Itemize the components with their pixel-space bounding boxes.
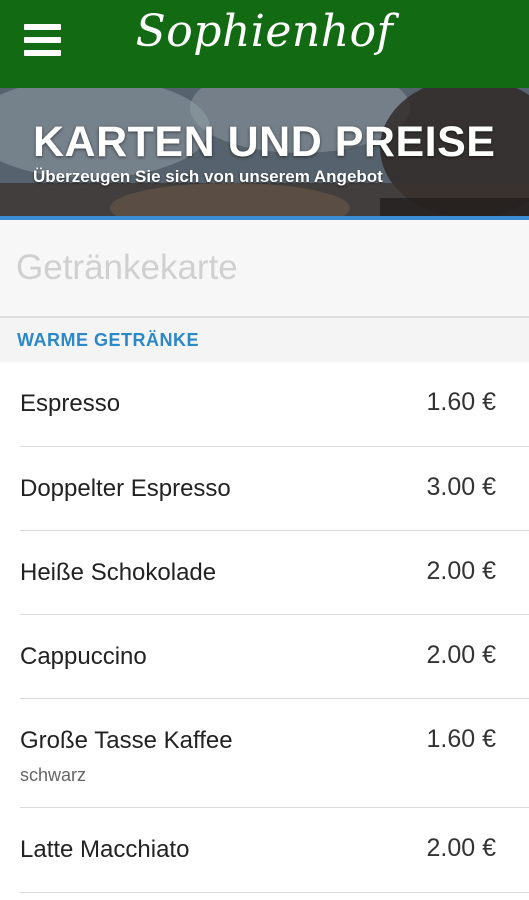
menu-item-price: 2.00 € <box>426 557 496 585</box>
menu-item-name: Heiße Schokolade <box>20 559 217 586</box>
menu-item-price: 1.60 € <box>426 725 496 753</box>
menu-item[interactable]: Heiße Schokolade 2.00 € <box>20 531 529 615</box>
menu-search-bar <box>0 220 529 318</box>
section-header-warm-drinks: WARME GETRÄNKE <box>0 318 529 362</box>
brand-logo: Sophienhof <box>135 6 394 57</box>
menu-item[interactable]: Latte Macchiato 2.00 € <box>20 808 529 893</box>
menu-item[interactable]: Espresso 1.60 € <box>20 362 529 447</box>
page-subtitle: Überzeugen Sie sich von unserem Angebot <box>33 167 383 186</box>
menu-item[interactable]: Cappuccino 2.00 € <box>20 615 529 699</box>
menu-item[interactable]: Doppelter Espresso 3.00 € <box>20 447 529 531</box>
menu-item-price: 3.00 € <box>426 473 496 501</box>
menu-item-price: 1.60 € <box>426 388 496 416</box>
menu-item-name: Doppelter Espresso <box>20 475 231 502</box>
menu-item-name: Große Tasse Kaffee <box>20 727 233 754</box>
menu-item[interactable]: Große Tasse Kaffee 1.60 € schwarz <box>20 699 529 808</box>
menu-item-name: Latte Macchiato <box>20 836 190 863</box>
hero-banner: KARTEN UND PREISE Überzeugen Sie sich vo… <box>0 88 529 220</box>
menu-item-price: 2.00 € <box>426 834 496 862</box>
drinks-list: Espresso 1.60 € Doppelter Espresso 3.00 … <box>0 362 529 893</box>
menu-item-description: schwarz <box>20 765 87 785</box>
app-header: Sophienhof <box>0 0 529 88</box>
menu-search-input[interactable] <box>16 248 496 288</box>
menu-item-name: Cappuccino <box>20 643 147 670</box>
menu-item-price: 2.00 € <box>426 641 496 669</box>
menu-item-name: Espresso <box>20 390 121 417</box>
page-title: KARTEN UND PREISE <box>33 118 496 166</box>
